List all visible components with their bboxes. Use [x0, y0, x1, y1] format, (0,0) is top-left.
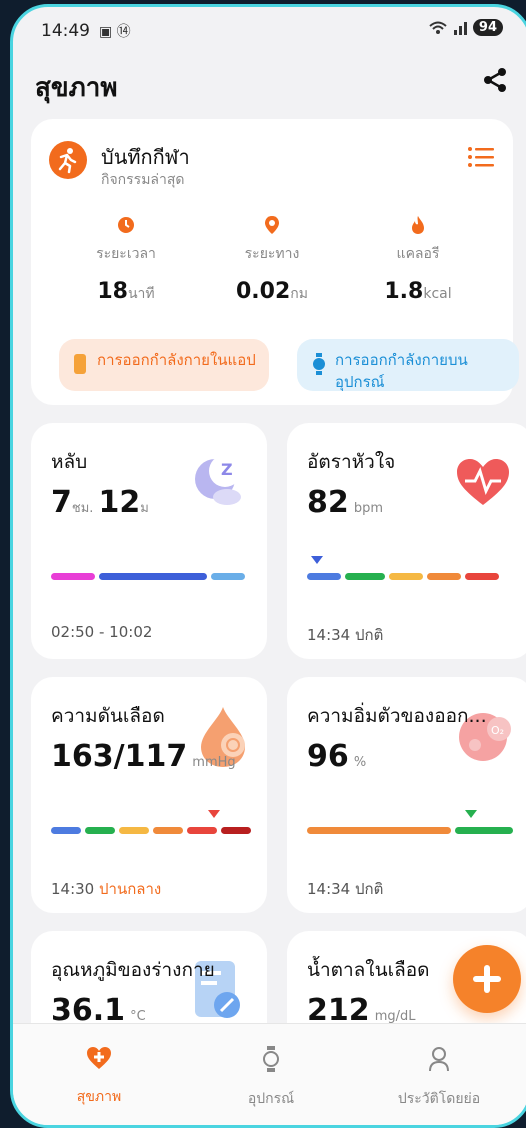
metric-label: แคลอรี — [396, 246, 440, 262]
blood-pressure-number: 163/117 — [51, 739, 188, 774]
metric-value: 18 — [97, 279, 128, 304]
svg-text:Z: Z — [221, 460, 233, 479]
metric-duration: ระยะเวลา 18นาที — [51, 215, 201, 305]
metric-calories: แคลอรี 1.8kcal — [343, 215, 493, 304]
sport-record-card[interactable]: บันทึกกีฬา กิจกรรมล่าสุด ระยะเวลา 18นาที… — [31, 119, 519, 405]
bottom-navigation: สุขภาพ อุปกรณ์ ประวัติโดยย่อ — [13, 1023, 526, 1125]
clock-icon — [118, 217, 134, 233]
battery-icon: 94 — [472, 19, 503, 36]
nav-health-label: สุขภาพ — [76, 1089, 122, 1105]
nav-health-tab[interactable]: สุขภาพ — [19, 1046, 179, 1108]
heart-icon — [455, 457, 511, 511]
body-temperature-title: อุณหภูมิของร่างกาย — [51, 959, 215, 981]
blood-oxygen-marker — [465, 810, 477, 818]
sleep-value: 7ชม. 12ม — [51, 485, 149, 520]
plus-icon — [473, 965, 501, 993]
blood-pressure-time: 14:30 — [51, 880, 95, 898]
running-icon — [49, 141, 87, 179]
signal-icon — [453, 21, 467, 35]
phone-screen: 14:49 ▣ ⑭ 94 สุขภาพ บันทึกกีฬา กิจกรรมล่… — [10, 4, 526, 1128]
blood-oxygen-footer: 14:34 ปกติ — [307, 880, 384, 898]
metric-value: 0.02 — [236, 279, 291, 304]
nav-device-tab[interactable]: อุปกรณ์ — [191, 1046, 351, 1110]
watch-icon — [263, 1046, 279, 1072]
sleep-title: หลับ — [51, 451, 88, 473]
blood-pressure-unit: mmHg — [192, 755, 236, 770]
device-workout-button[interactable]: การออกกำลังกายบนอุปกรณ์ — [297, 339, 519, 391]
app-workout-label: การออกกำลังกายในแอป — [97, 351, 256, 369]
heart-rate-number: 82 — [307, 485, 349, 520]
blood-pressure-card[interactable]: ความดันเลือด 163/117 mmHg 14:30 ปานกลาง — [31, 677, 267, 913]
metric-unit: นาที — [127, 286, 155, 302]
sleep-minutes: 12 — [98, 485, 141, 520]
blood-pressure-marker — [208, 810, 220, 818]
share-icon[interactable] — [483, 67, 507, 97]
body-temperature-unit: °C — [130, 1009, 146, 1024]
nav-device-label: อุปกรณ์ — [247, 1091, 295, 1107]
blood-glucose-title: น้ำตาลในเลือด — [307, 959, 430, 981]
blood-oxygen-unit: % — [353, 755, 367, 770]
sleep-card[interactable]: หลับ 7ชม. 12ม Z 02:50 - 10:02 — [31, 423, 267, 659]
status-time: 14:49 — [41, 21, 90, 41]
sleep-hours: 7 — [51, 485, 72, 520]
blood-oxygen-level-bar — [307, 827, 513, 834]
heart-rate-unit: bpm — [353, 501, 384, 516]
metric-label: ระยะเวลา — [96, 246, 156, 262]
wifi-icon — [429, 21, 447, 34]
watch-icon — [313, 353, 325, 375]
blood-pressure-title: ความดันเลือด — [51, 705, 165, 727]
status-bar: 14:49 ▣ ⑭ 94 — [13, 7, 526, 57]
health-heart-icon — [87, 1047, 111, 1069]
user-icon — [429, 1047, 449, 1072]
status-right: 94 — [429, 19, 503, 36]
app-workout-button[interactable]: การออกกำลังกายในแอป — [59, 339, 269, 391]
blood-oxygen-value: 96 % — [307, 739, 366, 774]
blood-pressure-status: ปานกลาง — [99, 880, 162, 898]
blood-pressure-level-bar — [51, 827, 251, 834]
heart-rate-marker — [311, 556, 323, 564]
metric-value: 1.8 — [384, 279, 424, 304]
sport-record-subtitle: กิจกรรมล่าสุด — [101, 172, 185, 188]
sleep-hours-unit: ชม. — [71, 501, 94, 516]
nav-profile-label: ประวัติโดยย่อ — [397, 1091, 481, 1107]
heart-rate-title: อัตราหัวใจ — [307, 451, 396, 473]
list-icon[interactable] — [467, 145, 495, 173]
blood-pressure-footer: 14:30 ปานกลาง — [51, 877, 161, 901]
blood-pressure-value: 163/117 mmHg — [51, 739, 236, 774]
flame-icon — [412, 216, 424, 234]
blood-glucose-unit: mg/dL — [374, 1009, 416, 1024]
blood-oxygen-card[interactable]: O₂ ความอิ่มตัวของออก... 96 % 14:34 ปกติ — [287, 677, 526, 913]
metric-unit: กม — [290, 286, 308, 302]
moon-icon: Z — [189, 451, 247, 513]
blood-oxygen-number: 96 — [307, 739, 349, 774]
page-title: สุขภาพ — [35, 73, 118, 103]
device-workout-label: การออกกำลังกายบนอุปกรณ์ — [335, 351, 468, 391]
sleep-time-range: 02:50 - 10:02 — [51, 623, 153, 641]
metric-distance: ระยะทาง 0.02กม — [197, 215, 347, 305]
notification-icons: ▣ ⑭ — [99, 24, 131, 40]
heart-rate-zone-bar — [307, 573, 499, 580]
location-pin-icon — [265, 216, 279, 234]
metric-label: ระยะทาง — [244, 246, 300, 262]
heart-rate-value: 82 bpm — [307, 485, 383, 520]
phone-icon — [74, 354, 86, 374]
nav-profile-tab[interactable]: ประวัติโดยย่อ — [359, 1046, 519, 1110]
heart-rate-card[interactable]: อัตราหัวใจ 82 bpm 14:34 ปกติ — [287, 423, 526, 659]
metric-unit: kcal — [423, 286, 452, 302]
sleep-stage-bar — [51, 573, 245, 580]
sleep-minutes-unit: ม — [140, 501, 149, 516]
heart-rate-footer: 14:34 ปกติ — [307, 626, 384, 644]
blood-oxygen-title: ความอิ่มตัวของออก... — [307, 705, 487, 727]
add-button[interactable] — [453, 945, 521, 1013]
